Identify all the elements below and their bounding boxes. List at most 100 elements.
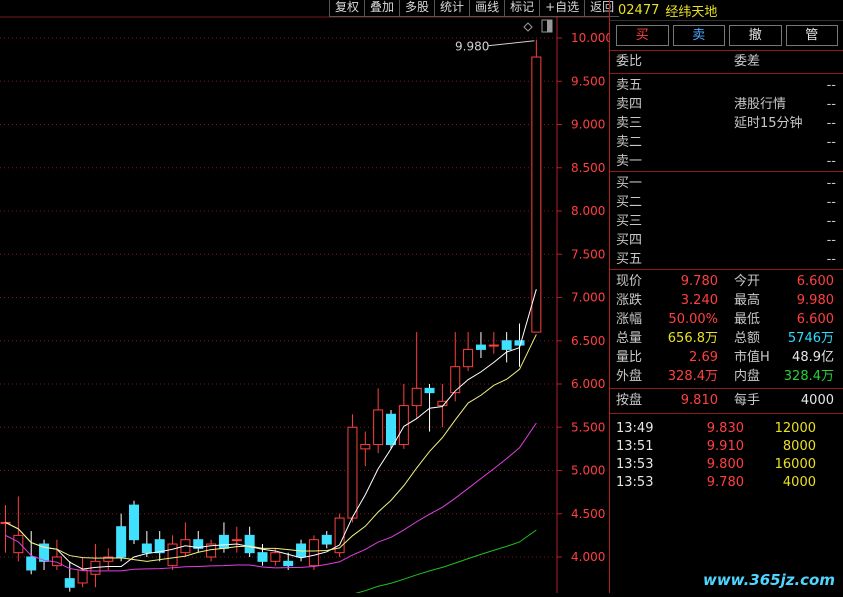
trade-buttons: 买 卖 撤 管 [610,21,843,50]
buy-button[interactable]: 买 [616,25,669,46]
stat-label: 今开 [734,274,761,289]
stat-value: 328.4万 [667,369,718,384]
stat-value: 656.8万 [667,331,718,346]
sell-level-value: -- [826,154,836,169]
candle-body [64,578,75,588]
stat-value: 6.600 [796,274,834,289]
tick-price: 9.800 [706,457,744,472]
buy-level-value: -- [826,176,836,191]
candle-body [13,534,24,554]
candle-body [321,534,332,545]
stat-value: 3.240 [680,293,718,308]
manage-button[interactable]: 管 [785,25,838,46]
sell-level-value: -- [826,97,836,112]
lot-label: 每手 [734,393,761,408]
toolbar-button-1[interactable]: 叠加 [364,0,400,17]
sell-button[interactable]: 卖 [672,25,725,46]
stat-label: 最低 [734,312,761,327]
toolbar-button-0[interactable]: 复权 [329,0,365,17]
tick-volume: 12000 [774,421,816,436]
candle-body [141,543,152,554]
stock-header: 02477 经纬天地 [610,0,843,21]
diamond-icon [523,22,533,32]
y-tick-label: 5.000 [571,464,605,478]
buy-level-row: 买四 -- [610,231,843,250]
sell-level-label: 卖一 [616,154,643,169]
candle-body [411,387,422,407]
stat-label: 量比 [616,350,643,365]
tick-row: 13:51 9.910 8000 [610,438,843,456]
sell-level-label: 卖二 [616,135,643,150]
candle-body [475,344,486,350]
toolbar-button-6[interactable]: +自选 [539,0,585,17]
window-icon-fill [547,20,552,32]
tick-time: 13:53 [616,475,654,490]
stock-name: 经纬天地 [665,4,718,20]
y-tick-label: 10.000 [571,31,609,45]
candle-body [231,539,242,542]
buy-level-row: 买五 -- [610,250,843,269]
stat-label: 总额 [734,331,761,346]
buy-level-label: 买五 [616,252,643,267]
stats-row: 总量 656.8万 总额 5746万 [610,329,843,348]
candle-body [424,387,435,394]
buy-level-label: 买四 [616,233,643,248]
toolbar-button-4[interactable]: 画线 [469,0,505,17]
buy-level-label: 买三 [616,214,643,229]
extra-row: 按盘 9.810 每手 4000 [610,388,843,413]
order-ratio-label: 委比 [616,54,643,69]
tick-list: 13:49 9.830 12000 13:51 9.910 8000 13:53 9… [610,413,843,492]
stat-value: 9.980 [796,293,834,308]
stat-label: 涨幅 [616,312,643,327]
candle-body [129,504,139,541]
buy-level-label: 买一 [616,176,643,191]
ask-label: 按盘 [616,393,643,408]
kline-chart-svg: 10.000 9.500 9.000 8.500 8.000 7.500 7.000 6.50… [0,16,613,597]
y-tick-label: 9.000 [571,118,605,132]
toolbar-button-2[interactable]: 多股 [399,0,435,17]
sell-level-note: 延时15分钟 [734,116,803,131]
sell-level-value: -- [826,135,836,150]
buy-level-row: 买三 -- [610,212,843,231]
candle-body [244,534,255,554]
stat-value: 2.69 [689,350,718,365]
buy-level-row: 买一 -- [610,174,843,193]
y-tick-label: 7.500 [571,247,605,261]
stat-value: 50.00% [668,312,718,327]
tick-time: 13:51 [616,439,654,454]
candle-body [308,539,319,567]
stat-label: 现价 [616,274,643,289]
candle-body [270,552,281,562]
tick-time: 13:53 [616,457,654,472]
buy-level-value: -- [826,233,836,248]
y-tick-label: 4.500 [571,507,605,521]
sell-level-row: 卖五 -- [610,76,843,95]
sell-level-label: 卖四 [616,97,643,112]
stats-row: 涨幅 50.00% 最低 6.600 [610,310,843,329]
sell-level-value: -- [826,78,836,93]
y-tick-label: 7.000 [571,291,605,305]
stats-row: 现价 9.780 今开 6.600 [610,272,843,291]
annotation-arrow [487,40,535,47]
candle-body [347,426,358,519]
tick-time: 13:49 [616,421,654,436]
cancel-button[interactable]: 撤 [729,25,782,46]
tick-volume: 16000 [774,457,816,472]
tick-row: 13:53 9.800 16000 [610,456,843,474]
kline-chart[interactable]: 10.000 9.500 9.000 8.500 8.000 7.500 7.000 6.50… [0,0,613,597]
stock-code: 02477 [618,2,660,18]
toolbar-button-3[interactable]: 统计 [434,0,470,17]
tick-price: 9.830 [706,421,744,436]
candle-body [398,405,409,446]
sell-level-value: -- [826,116,836,131]
stat-label: 总量 [616,331,643,346]
y-tick-label: 6.500 [571,334,605,348]
candle-body [283,560,294,567]
ma5-line [5,289,537,570]
candle-body [77,569,88,584]
buy-level-value: -- [826,252,836,267]
candle-body [373,409,384,446]
ma60-line [342,529,537,597]
toolbar-button-5[interactable]: 标记 [504,0,540,17]
ask-value: 9.810 [680,393,718,408]
